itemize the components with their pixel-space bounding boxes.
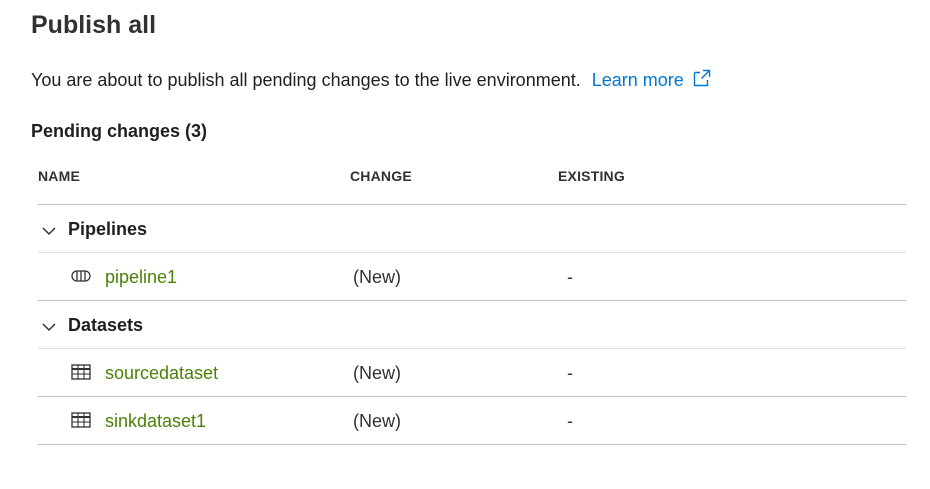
item-name-link[interactable]: pipeline1: [105, 266, 177, 288]
group-header-pipelines[interactable]: Pipelines: [38, 205, 906, 253]
pipeline-icon: [71, 268, 91, 284]
item-change: (New): [353, 363, 401, 383]
item-change: (New): [353, 267, 401, 287]
pending-changes-label: Pending changes: [31, 121, 181, 141]
group-label: Datasets: [68, 315, 144, 335]
table-row: sourcedataset (New) -: [38, 349, 906, 397]
item-existing: -: [567, 267, 573, 287]
item-name-link[interactable]: sinkdataset1: [105, 410, 206, 432]
external-link-icon: [692, 68, 712, 88]
pending-changes-count: (3): [185, 121, 208, 141]
item-existing: -: [567, 411, 573, 431]
page-title: Publish all: [31, 11, 157, 39]
group-label: Pipelines: [68, 219, 148, 239]
description: You are about to publish all pending cha…: [31, 67, 712, 93]
chevron-down-icon[interactable]: [42, 319, 56, 332]
table-icon: [71, 412, 91, 428]
pending-changes-heading: Pending changes (3): [31, 118, 207, 144]
column-header-change[interactable]: CHANGE: [350, 168, 412, 184]
table-header: NAME CHANGE EXISTING: [38, 156, 906, 205]
column-header-name[interactable]: NAME: [38, 168, 80, 184]
group-header-datasets[interactable]: Datasets: [38, 301, 906, 349]
table-row: pipeline1 (New) -: [38, 253, 906, 301]
learn-more-link[interactable]: Learn more: [591, 68, 712, 90]
table-icon: [71, 364, 91, 380]
learn-more-label: Learn more: [591, 70, 684, 90]
chevron-down-icon[interactable]: [42, 223, 56, 236]
item-change: (New): [353, 411, 401, 431]
description-text: You are about to publish all pending cha…: [31, 70, 581, 90]
item-existing: -: [567, 363, 573, 383]
item-name-link[interactable]: sourcedataset: [105, 362, 218, 384]
column-header-existing[interactable]: EXISTING: [558, 168, 625, 184]
publish-all-panel: Publish all You are about to publish all…: [0, 0, 930, 489]
table-row: sinkdataset1 (New) -: [38, 397, 906, 445]
pending-changes-table: NAME CHANGE EXISTING Pipelines pipeline1…: [38, 156, 906, 445]
